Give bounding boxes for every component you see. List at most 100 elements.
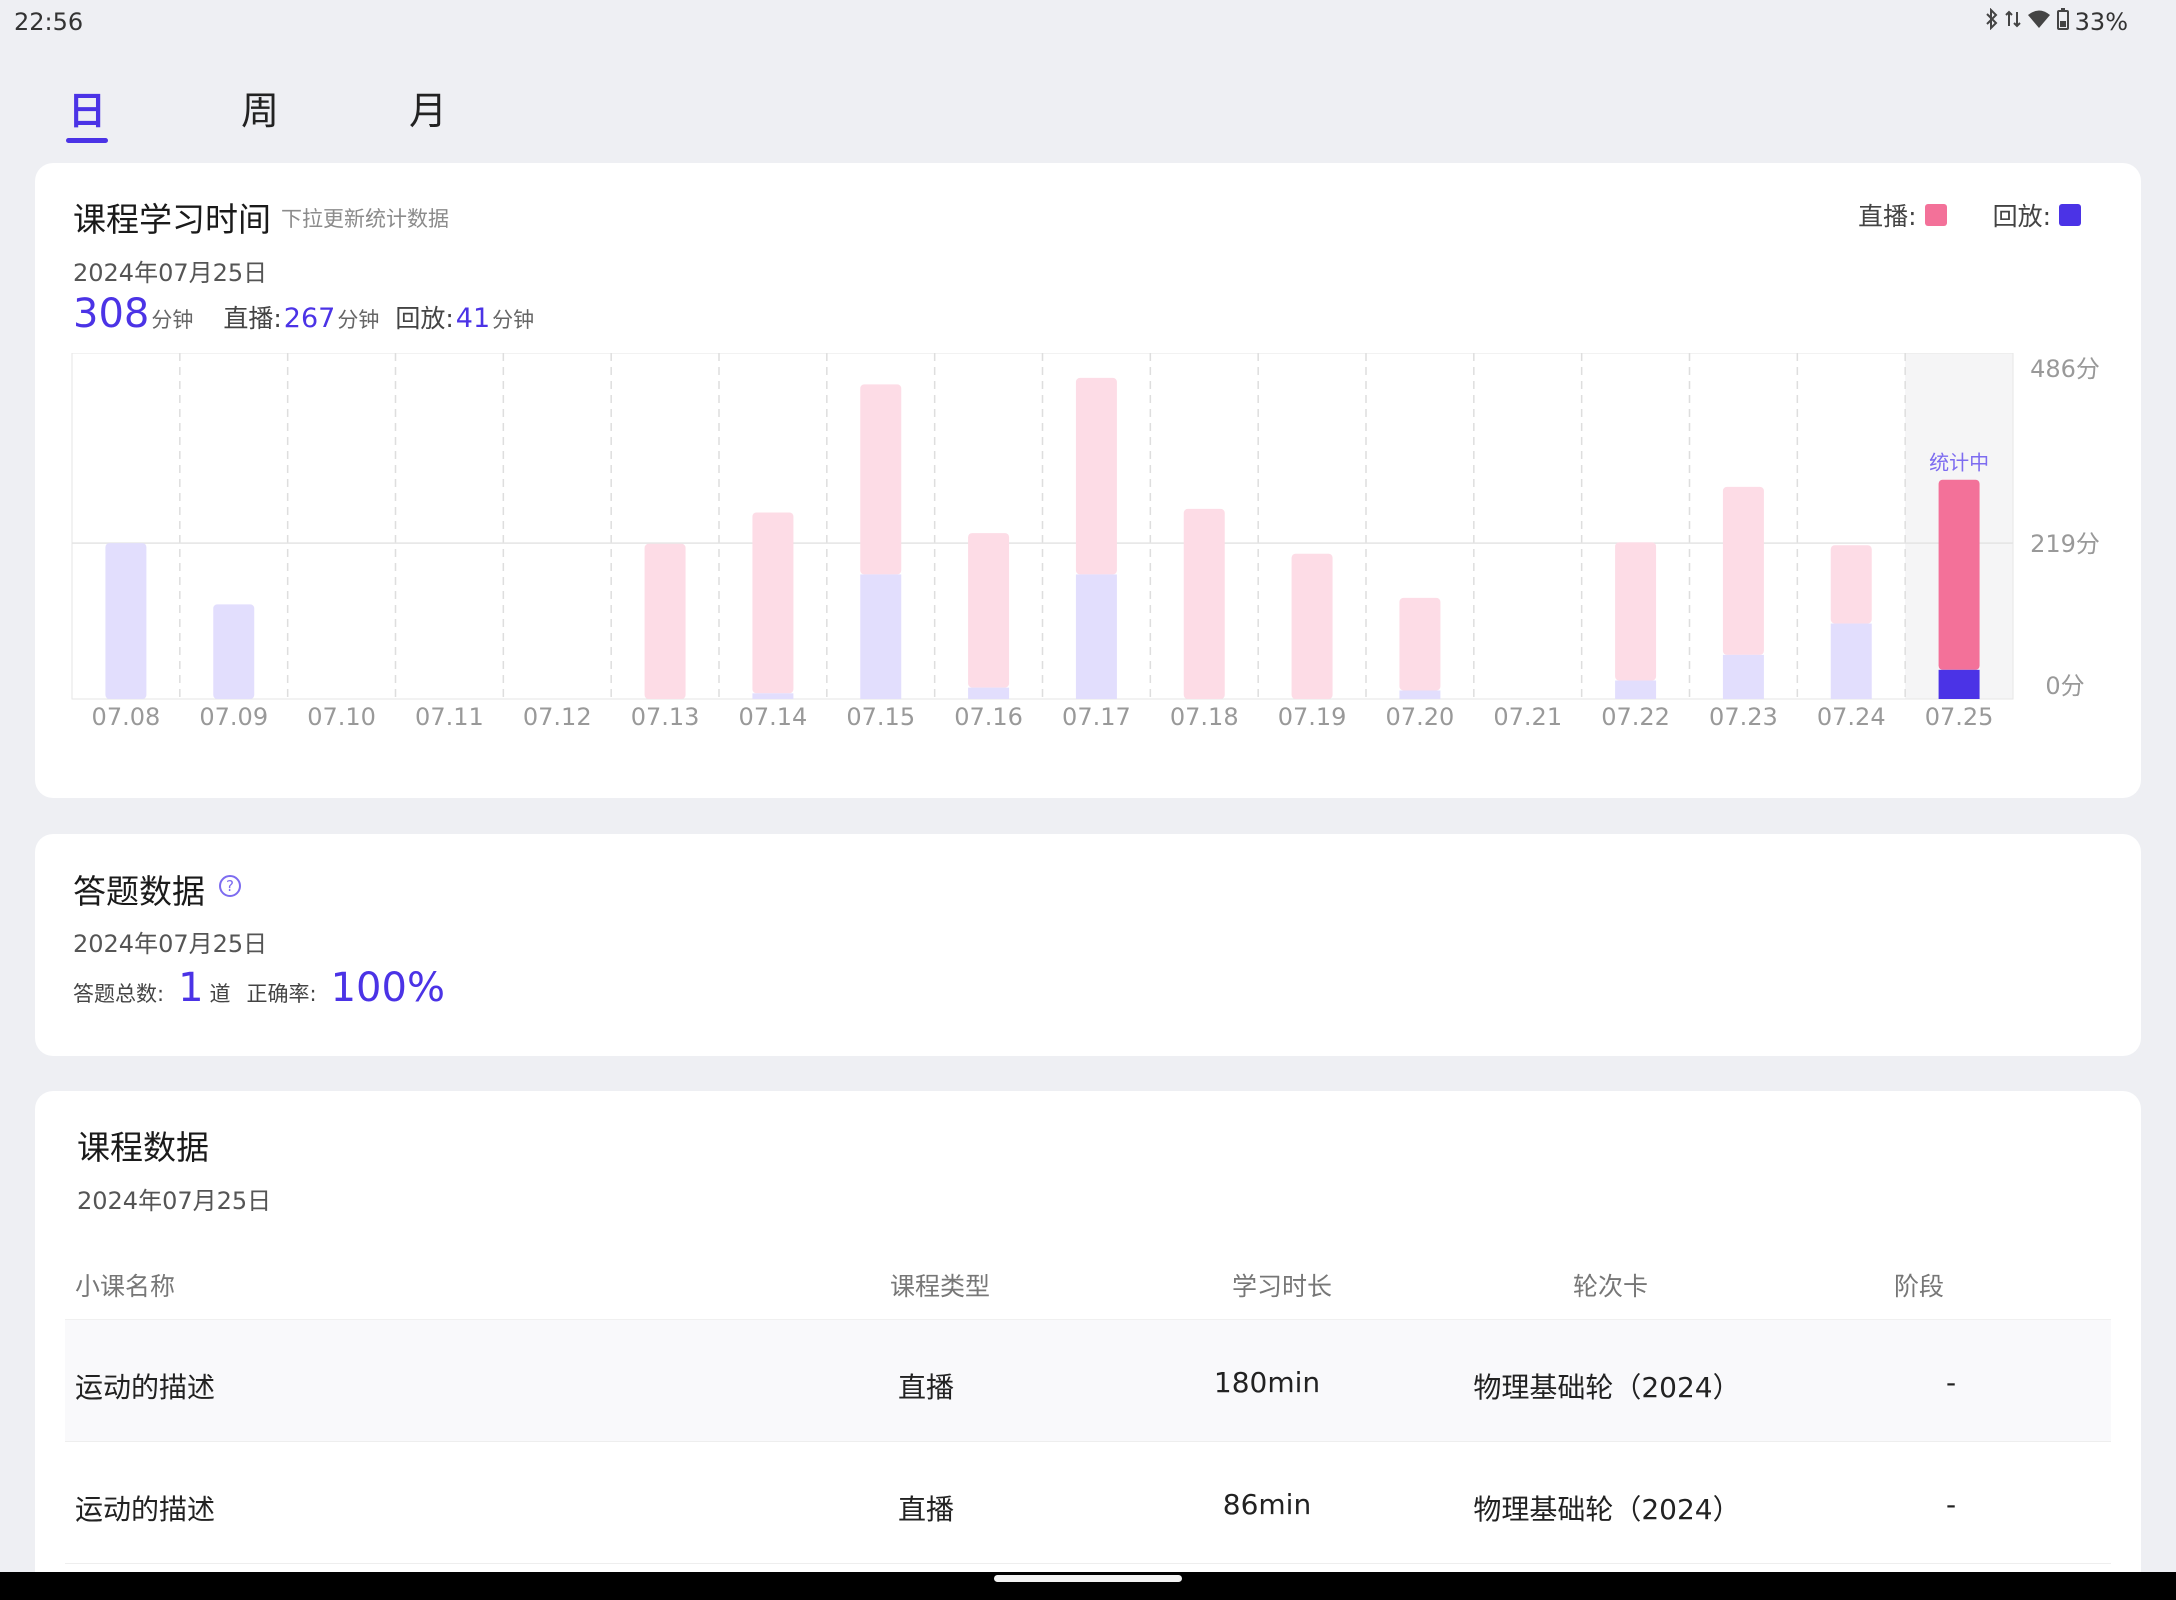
total-unit: 分钟 (151, 308, 194, 332)
active-tab-indicator (66, 138, 108, 143)
bar-replay-07.15 (860, 574, 902, 699)
answer-total-unit: 道 (209, 982, 231, 1006)
wifi-icon (2027, 9, 2051, 35)
x-tick-label: 07.11 (415, 703, 484, 731)
course-table: 小课名称 课程类型 学习时长 轮次卡 阶段 运动的描述 直播 180min 物理… (65, 1243, 2111, 1564)
bar-replay-07.22 (1615, 680, 1657, 699)
x-tick-label: 07.08 (92, 703, 161, 731)
answer-summary: 答题总数: 1 道 正确率: 100% (73, 965, 451, 1011)
bar-live-07.13 (644, 543, 686, 699)
y-tick-label: 0分 (2045, 672, 2084, 700)
battery-icon (2056, 8, 2069, 36)
accuracy-label: 正确率: (246, 982, 317, 1006)
x-tick-label: 07.21 (1493, 703, 1562, 731)
study-summary: 308 分钟 直播: 267 分钟 回放: 41 分钟 (73, 291, 534, 337)
round-card: 物理基础轮（2024） (1473, 1493, 1741, 1526)
y-tick-label: 486分 (2030, 355, 2100, 383)
bar-replay-07.20 (1399, 690, 1441, 699)
bar-replay-07.08 (105, 543, 147, 699)
chart-legend: 直播: 回放: (1858, 197, 2081, 233)
study-duration: 86min (1222, 1488, 1312, 1521)
bar-live-07.16 (968, 533, 1010, 688)
lesson-name: 运动的描述 (75, 1371, 216, 1404)
col-round-card: 轮次卡 (1573, 1272, 1649, 1301)
tab-week[interactable]: 周 (241, 80, 279, 135)
col-course-type: 课程类型 (890, 1272, 991, 1301)
lesson-name: 运动的描述 (75, 1493, 216, 1526)
replay-label: 回放: (395, 304, 454, 333)
current-day-label: 统计中 (1929, 451, 1989, 475)
bluetooth-icon (1985, 7, 1999, 36)
status-bar: 22:56 33% (0, 0, 2176, 44)
x-tick-label: 07.14 (739, 703, 808, 731)
x-tick-label: 07.09 (199, 703, 268, 731)
status-time: 22:56 (14, 8, 84, 36)
x-tick-label: 07.10 (307, 703, 376, 731)
study-date: 2024年07月25日 (73, 259, 268, 287)
replay-unit: 分钟 (492, 308, 535, 332)
answer-date: 2024年07月25日 (73, 930, 268, 958)
bar-live-07.20 (1399, 597, 1441, 691)
home-gesture-handle[interactable] (994, 1575, 1182, 1582)
bar-live-07.17 (1075, 377, 1117, 575)
course-data-card: 课程数据 2024年07月25日 小课名称 课程类型 学习时长 轮次卡 阶段 运… (35, 1091, 2141, 1600)
table-row[interactable]: 运动的描述 直播 180min 物理基础轮（2024） - (65, 1320, 2111, 1442)
bar-replay-07.24 (1830, 623, 1872, 699)
study-duration: 180min (1213, 1366, 1321, 1399)
x-tick-label: 07.16 (954, 703, 1023, 731)
bar-live-07.25 (1938, 479, 1980, 670)
stage: - (1945, 1488, 1957, 1521)
x-tick-label: 07.18 (1170, 703, 1239, 731)
x-tick-label: 07.13 (631, 703, 700, 731)
x-tick-label: 07.19 (1278, 703, 1347, 731)
course-type: 直播 (897, 1493, 955, 1526)
stage: - (1945, 1366, 1957, 1399)
bar-replay-07.09 (213, 604, 255, 699)
bar-replay-07.16 (968, 687, 1010, 699)
tab-month[interactable]: 月 (409, 80, 447, 135)
x-tick-label: 07.15 (846, 703, 915, 731)
answer-title: 答题数据 (73, 872, 205, 911)
live-unit: 分钟 (337, 308, 380, 332)
bar-replay-07.14 (752, 693, 794, 699)
course-date: 2024年07月25日 (77, 1187, 272, 1215)
battery-percent: 33% (2074, 8, 2128, 36)
bar-live-07.23 (1722, 486, 1764, 655)
help-icon[interactable]: ? (219, 875, 241, 897)
bar-live-07.14 (752, 512, 794, 694)
bar-replay-07.25 (1938, 669, 1980, 699)
course-type: 直播 (897, 1371, 955, 1404)
bar-replay-07.17 (1075, 574, 1117, 699)
table-row[interactable]: 运动的描述 直播 86min 物理基础轮（2024） - (65, 1442, 2111, 1564)
bar-live-07.15 (860, 384, 902, 575)
legend-replay-label: 回放: (1992, 202, 2051, 231)
tab-day[interactable]: 日 (68, 80, 106, 135)
legend-live-label: 直播: (1858, 202, 1917, 231)
study-time-title: 课程学习时间 (73, 200, 271, 239)
course-title: 课程数据 (77, 1128, 209, 1167)
x-tick-label: 07.22 (1601, 703, 1670, 731)
y-tick-label: 219分 (2030, 530, 2100, 558)
answer-data-card: 答题数据 ? 2024年07月25日 答题总数: 1 道 正确率: 100% (35, 834, 2141, 1056)
data-icon (2004, 8, 2021, 36)
x-tick-label: 07.17 (1062, 703, 1131, 731)
round-card: 物理基础轮（2024） (1473, 1371, 1741, 1404)
x-tick-label: 07.20 (1386, 703, 1455, 731)
study-time-card: 课程学习时间 下拉更新统计数据 直播: 回放: 2024年07月25日 308 … (35, 163, 2141, 798)
live-label: 直播: (223, 304, 282, 333)
x-tick-label: 07.25 (1925, 703, 1994, 731)
legend-replay-swatch (2059, 204, 2081, 226)
col-stage: 阶段 (1894, 1272, 1945, 1301)
study-time-chart[interactable]: 统计中 07.08 07.09 07.10 07.11 07.12 07.13 07.14 07… (35, 353, 2141, 773)
bar-live-07.19 (1291, 553, 1333, 699)
accuracy-value: 100% (330, 965, 445, 1011)
refresh-hint: 下拉更新统计数据 (281, 207, 449, 231)
status-icons: 33% (1985, 7, 2128, 36)
x-tick-label: 07.12 (523, 703, 592, 731)
col-duration: 学习时长 (1232, 1272, 1333, 1301)
answer-total-value: 1 (178, 965, 204, 1011)
replay-minutes: 41 (455, 303, 491, 334)
bar-live-07.22 (1615, 542, 1657, 681)
bar-live-07.18 (1183, 508, 1225, 699)
col-lesson-name: 小课名称 (75, 1272, 176, 1301)
